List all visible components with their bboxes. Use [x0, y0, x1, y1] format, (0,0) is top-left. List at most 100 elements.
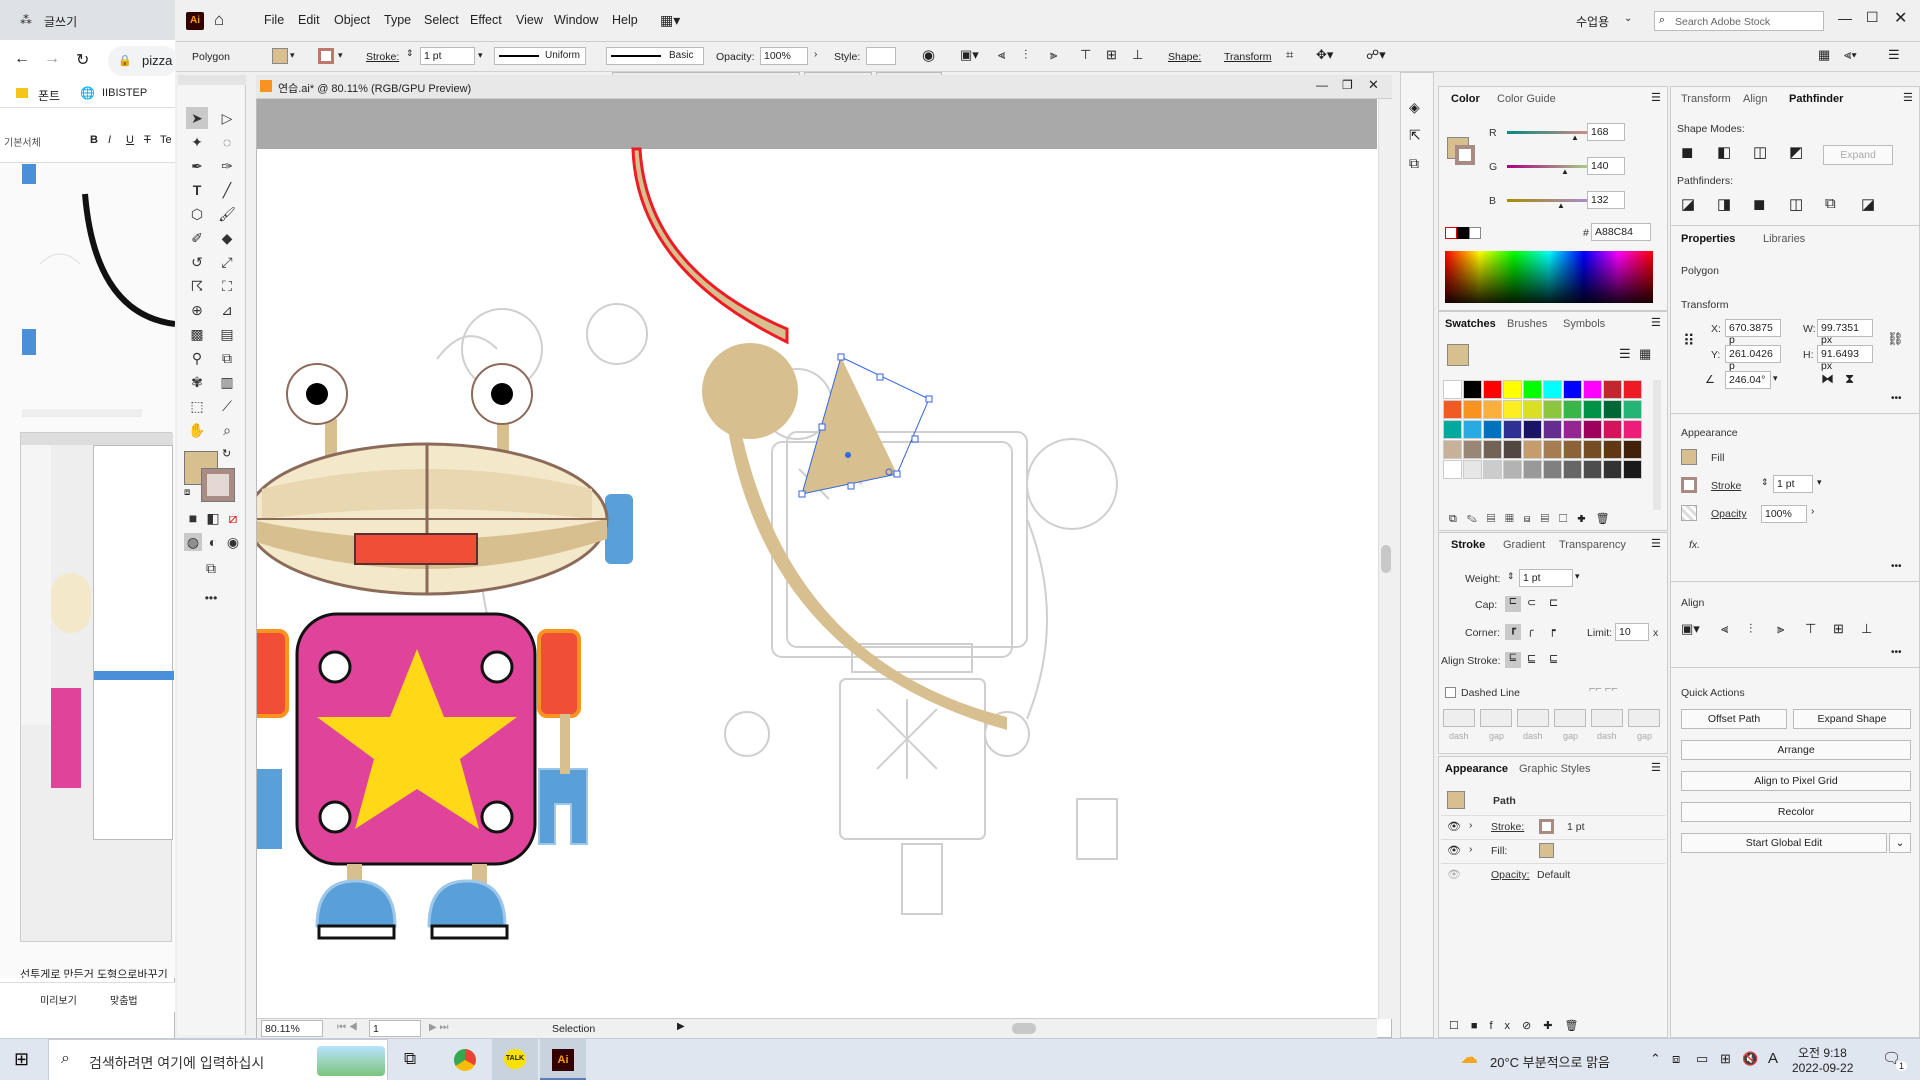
horizontal-scroll-thumb[interactable] — [1012, 1023, 1036, 1034]
list-view-icon[interactable]: ☰ — [1619, 346, 1631, 362]
swatch[interactable] — [1503, 440, 1522, 459]
appearance-opacity-label[interactable]: Opacity: — [1491, 869, 1530, 881]
graph-tool-icon[interactable]: ▥ — [216, 371, 238, 393]
task-view-icon[interactable]: ⧉ — [404, 1049, 416, 1069]
tab-transform[interactable]: Transform — [1681, 93, 1731, 105]
swatch[interactable] — [1563, 460, 1582, 479]
swatch[interactable] — [1623, 380, 1642, 399]
stroke-weight-field[interactable]: 1 pt — [420, 47, 475, 65]
g-field[interactable]: 140 — [1587, 157, 1625, 175]
eraser-tool-icon[interactable]: ◆ — [216, 227, 238, 249]
swatch[interactable] — [1463, 380, 1482, 399]
menu-file[interactable]: File — [264, 13, 284, 27]
swatch[interactable] — [1463, 420, 1482, 439]
menu-view[interactable]: View — [516, 13, 543, 27]
close-doc-icon[interactable]: ✕ — [1368, 77, 1379, 93]
grid-view-icon[interactable]: ▦ — [1639, 346, 1651, 362]
gap-field-1[interactable] — [1480, 709, 1512, 727]
swatch[interactable] — [1543, 380, 1562, 399]
h-field[interactable]: 91.6493 px — [1817, 345, 1873, 372]
swatch[interactable] — [1483, 380, 1502, 399]
tab-properties[interactable]: Properties — [1681, 233, 1735, 245]
more-options-icon[interactable]: ☰ — [1888, 47, 1900, 63]
default-colors-icon[interactable]: ⧈ — [184, 487, 190, 498]
reference-point-icon[interactable]: ⠿ — [1683, 331, 1695, 351]
recolor-button[interactable]: Recolor — [1681, 802, 1911, 822]
eye-icon[interactable]: 👁 — [1447, 844, 1461, 857]
scale-tool-icon[interactable]: ⤢ — [216, 251, 238, 273]
shaper-tool-icon[interactable]: ✐ — [186, 227, 208, 249]
italic-button[interactable]: I — [108, 134, 111, 146]
swatch[interactable] — [1443, 420, 1462, 439]
menu-effect[interactable]: Effect — [470, 13, 502, 27]
line-tool-icon[interactable]: ╱ — [216, 179, 238, 201]
props-align-vcenter-icon[interactable]: ⊞ — [1833, 621, 1844, 637]
align-panel-icon[interactable]: ⫷▾ — [1844, 47, 1857, 63]
address-bar[interactable]: 🔒 pizza — [108, 46, 178, 76]
props-align-right-icon[interactable]: ⫸ — [1777, 621, 1784, 637]
align-pixel-grid-button[interactable]: Align to Pixel Grid — [1681, 771, 1911, 791]
swatch[interactable] — [1623, 440, 1642, 459]
swatches-footer-icons[interactable]: ⧉✎▤▦⧈▤☐✚🗑 — [1449, 512, 1620, 526]
more-options-icon[interactable]: ••• — [1891, 393, 1902, 404]
outline-icon[interactable]: ⧉ — [1825, 195, 1836, 212]
appearance-footer-icons[interactable]: ☐■fx⊘✚🗑 — [1449, 1019, 1590, 1032]
variable-width-profile[interactable]: Uniform — [494, 47, 586, 65]
last-artboard-icon[interactable]: ▶ ⏭ — [429, 1022, 448, 1033]
white-swatch[interactable] — [1469, 227, 1481, 239]
taskbar-search-input[interactable]: 검색하려면 여기에 입력하십시 — [89, 1053, 264, 1073]
swatch[interactable] — [1523, 380, 1542, 399]
recolor-artwork-icon[interactable]: ◉ — [922, 46, 935, 64]
network-tray-icon[interactable]: ⧈ — [1672, 1051, 1680, 1067]
shape-builder-tool-icon[interactable]: ⊕ — [186, 299, 208, 321]
round-join-icon[interactable]: ╭ — [1527, 624, 1534, 637]
weather-text[interactable]: 20°C 부분적으로 맑음 — [1490, 1052, 1610, 1071]
swatch[interactable] — [1463, 440, 1482, 459]
volume-mute-icon[interactable]: 🔇 — [1742, 1051, 1758, 1067]
w-field[interactable]: 99.7351 px — [1817, 319, 1873, 346]
panel-menu-icon[interactable]: ☰ — [1651, 316, 1661, 329]
swatch[interactable] — [1623, 400, 1642, 419]
trim-icon[interactable]: ◨ — [1717, 195, 1731, 213]
swatch[interactable] — [1583, 440, 1602, 459]
clock-date[interactable]: 2022-09-22 — [1792, 1061, 1853, 1075]
menu-select[interactable]: Select — [424, 13, 459, 27]
stroke-swatch[interactable] — [318, 48, 334, 64]
dash-field-1[interactable] — [1443, 709, 1475, 727]
chrome-icon[interactable] — [454, 1049, 476, 1071]
swatch[interactable] — [1483, 460, 1502, 479]
swatch[interactable] — [1463, 460, 1482, 479]
edit-toolbar-icon[interactable]: ••• — [200, 587, 222, 609]
swatch[interactable] — [1623, 460, 1642, 479]
color-spectrum[interactable] — [1445, 251, 1653, 303]
swatches-scrollbar[interactable] — [1653, 380, 1661, 510]
chevron-down-icon[interactable]: ⌄ — [1624, 13, 1632, 24]
browser-tab-title[interactable]: 글쓰기 — [44, 13, 77, 30]
r-slider-thumb[interactable]: ▲ — [1571, 133, 1579, 142]
graphic-style-picker[interactable] — [866, 47, 896, 65]
tab-transparency[interactable]: Transparency — [1559, 539, 1626, 551]
menu-object[interactable]: Object — [334, 13, 370, 27]
artboard-tool-icon[interactable]: ⬚ — [186, 395, 208, 417]
tab-color[interactable]: Color — [1451, 93, 1480, 105]
text-color-button[interactable]: Te — [160, 134, 172, 146]
dash-preserve-icon[interactable]: ⌐⌐ ⌐⌐ — [1589, 683, 1618, 695]
stroke-weight-panel-field[interactable]: 1 pt — [1519, 569, 1573, 587]
swatch[interactable] — [1543, 440, 1562, 459]
panel-menu-icon[interactable]: ☰ — [1651, 537, 1661, 550]
unite-icon[interactable]: ◼ — [1681, 143, 1693, 161]
swatches-fill-box[interactable] — [1447, 344, 1469, 366]
crop-icon[interactable]: ◫ — [1789, 195, 1803, 213]
maximize-window-icon[interactable]: ☐ — [1866, 9, 1879, 26]
tab-color-guide[interactable]: Color Guide — [1497, 93, 1556, 105]
flip-horizontal-icon[interactable]: ⧓ — [1821, 371, 1834, 387]
shape-label[interactable]: Shape: — [1168, 51, 1201, 63]
ime-tray-icon[interactable]: ⊞ — [1720, 1051, 1731, 1067]
swatch[interactable] — [1583, 400, 1602, 419]
menu-window[interactable]: Window — [554, 13, 598, 27]
g-slider-thumb[interactable]: ▲ — [1561, 167, 1569, 176]
swatch[interactable] — [1563, 380, 1582, 399]
chevron-right-icon[interactable]: › — [1469, 820, 1472, 831]
swatch[interactable] — [1563, 400, 1582, 419]
none-swatch[interactable] — [1445, 227, 1457, 239]
